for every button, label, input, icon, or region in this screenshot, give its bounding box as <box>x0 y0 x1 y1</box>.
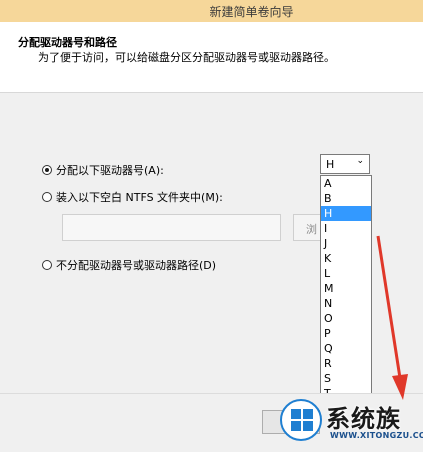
drive-letter-option[interactable]: S <box>321 371 371 386</box>
mount-folder-option[interactable]: 装入以下空白 NTFS 文件夹中(M): <box>42 189 223 205</box>
drive-letter-option[interactable]: H <box>321 206 371 221</box>
no-assign-label: 不分配驱动器号或驱动器路径(D) <box>56 259 217 272</box>
drive-letter-option[interactable]: I <box>321 221 371 236</box>
drive-letter-option[interactable]: A <box>321 176 371 191</box>
drive-letter-option[interactable]: M <box>321 281 371 296</box>
drive-letter-option[interactable]: R <box>321 356 371 371</box>
browse-button[interactable]: 浏 <box>293 214 323 241</box>
assign-letter-option[interactable]: 分配以下驱动器号(A): <box>42 162 164 178</box>
drive-letter-option[interactable]: P <box>321 326 371 341</box>
title-bar: 新建简单卷向导 <box>0 0 423 22</box>
drive-letter-option[interactable]: B <box>321 191 371 206</box>
drive-letter-option[interactable]: O <box>321 311 371 326</box>
page-title: 分配驱动器号和路径 <box>18 36 117 49</box>
chevron-down-icon: ⌄ <box>356 156 364 166</box>
no-assign-radio[interactable] <box>42 260 52 270</box>
page-subtitle: 为了便于访问，可以给磁盘分区分配驱动器号或驱动器路径。 <box>38 51 335 64</box>
wizard-header: 分配驱动器号和路径 为了便于访问，可以给磁盘分区分配驱动器号或驱动器路径。 <box>0 22 423 93</box>
drive-letter-option[interactable]: N <box>321 296 371 311</box>
drive-letter-option[interactable]: J <box>321 236 371 251</box>
drive-letter-value: H <box>326 158 335 171</box>
back-button-label: 步 <box>307 418 318 431</box>
mount-folder-label: 装入以下空白 NTFS 文件夹中(M): <box>56 191 223 204</box>
drive-letter-option[interactable]: K <box>321 251 371 266</box>
assign-letter-label: 分配以下驱动器号(A): <box>56 164 164 177</box>
back-button[interactable]: 步 <box>262 410 320 434</box>
drive-letter-option[interactable]: Q <box>321 341 371 356</box>
window-title: 新建简单卷向导 <box>209 5 294 19</box>
browse-button-label: 浏 <box>306 223 317 236</box>
drive-letter-option[interactable]: L <box>321 266 371 281</box>
no-assign-option[interactable]: 不分配驱动器号或驱动器路径(D) <box>42 257 216 273</box>
mount-folder-radio[interactable] <box>42 192 52 202</box>
folder-path-input[interactable] <box>62 214 281 241</box>
wizard-footer <box>0 394 423 452</box>
drive-letter-select[interactable]: H ⌄ <box>320 154 370 174</box>
assign-letter-radio[interactable] <box>42 165 52 175</box>
